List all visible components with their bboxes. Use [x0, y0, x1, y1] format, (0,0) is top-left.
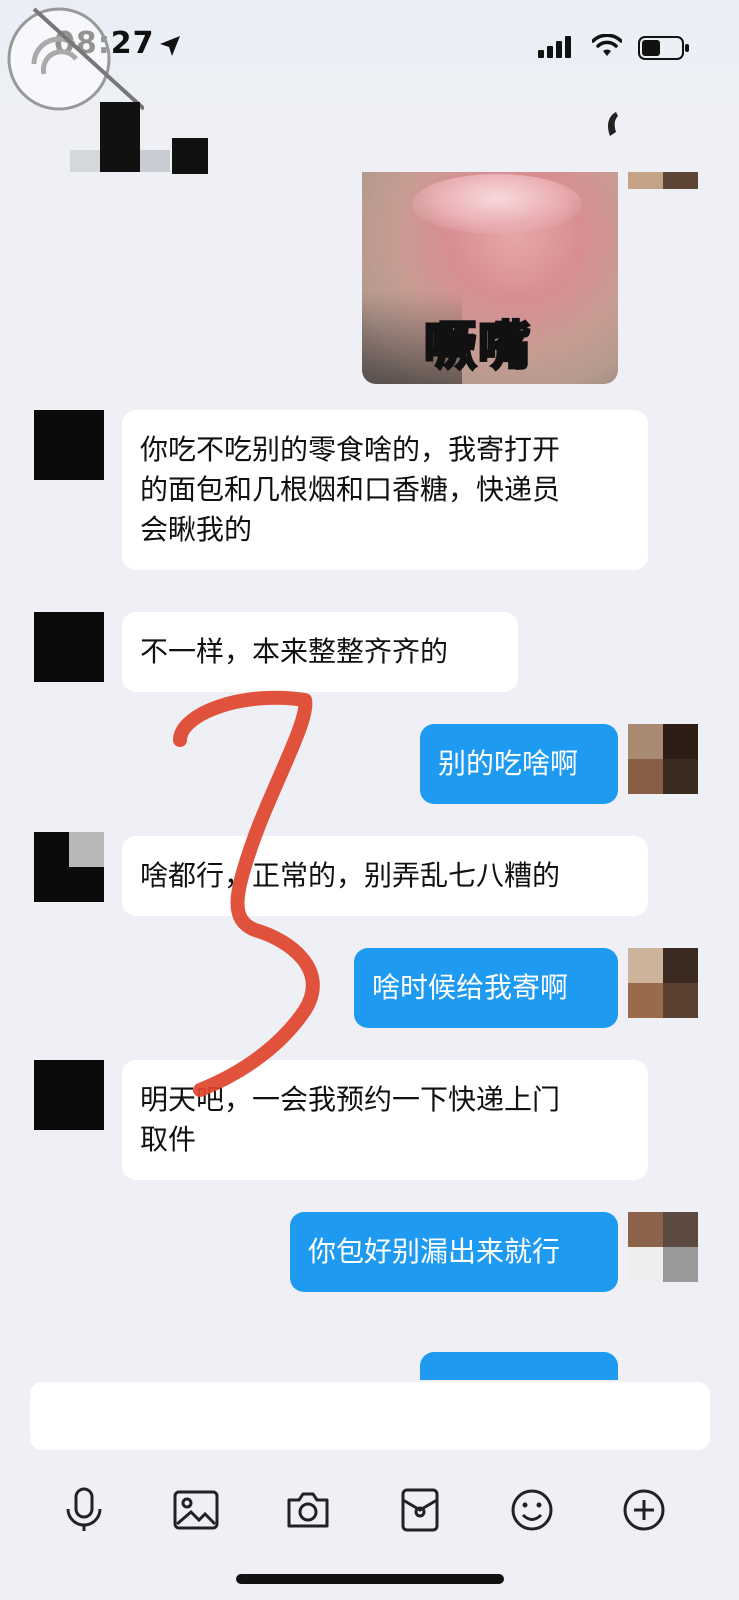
- message-line: 你包好别漏出来就行: [308, 1235, 561, 1268]
- message-line: 的面包和几根烟和口香糖，快递员: [140, 473, 561, 506]
- message-line: 啥时候给我寄啊: [372, 971, 569, 1004]
- composer-area: [0, 1380, 739, 1600]
- message-bubble-sent[interactable]: 别的吃啥啊: [420, 724, 618, 804]
- my-avatar[interactable]: [628, 172, 698, 206]
- header-redaction: [100, 102, 140, 172]
- cellular-signal-icon: [538, 36, 571, 58]
- my-avatar[interactable]: [628, 1212, 698, 1282]
- composer-toolbar: [0, 1480, 739, 1550]
- message-bubble-received[interactable]: 你吃不吃别的零食啥的，我寄打开 的面包和几根烟和口香糖，快递员 会瞅我的: [122, 410, 648, 570]
- watermark-logo: [7, 7, 144, 111]
- message-line: 别的吃啥啊: [438, 747, 579, 780]
- image-icon[interactable]: [166, 1480, 226, 1540]
- sticker-image[interactable]: 噘嘴: [362, 172, 618, 384]
- contact-avatar[interactable]: [34, 832, 104, 902]
- message-line: 啥都行，正常的，别弄乱七八糟的: [140, 859, 561, 892]
- wifi-icon: [592, 34, 622, 56]
- red-packet-icon[interactable]: [390, 1480, 450, 1540]
- camera-icon[interactable]: [278, 1480, 338, 1540]
- header-redaction: [70, 150, 100, 172]
- my-avatar[interactable]: [628, 724, 698, 794]
- contact-avatar[interactable]: [34, 612, 104, 682]
- microphone-icon[interactable]: [54, 1480, 114, 1540]
- header-redaction: [172, 138, 208, 174]
- header-redaction: [140, 150, 170, 172]
- message-bubble-sent[interactable]: 你包好别漏出来就行: [290, 1212, 618, 1292]
- sticker-lip-highlight: [412, 174, 582, 234]
- plus-icon[interactable]: [614, 1480, 674, 1540]
- message-line: 明天吧，一会我预约一下快递上门: [140, 1083, 561, 1116]
- message-bubble-received[interactable]: 啥都行，正常的，别弄乱七八糟的: [122, 836, 648, 916]
- chat-area[interactable]: 噘嘴 你吃不吃别的零食啥的，我寄打开 的面包和几根烟和口香糖，快递员 会瞅我的 …: [0, 172, 739, 1392]
- home-indicator[interactable]: [236, 1574, 504, 1584]
- message-bubble-sent[interactable]: 啥时候给我寄啊: [354, 948, 618, 1028]
- contact-avatar[interactable]: [34, 1060, 104, 1130]
- my-avatar[interactable]: [628, 948, 698, 1018]
- message-line: 取件: [140, 1123, 197, 1156]
- location-arrow-icon: [160, 36, 180, 56]
- message-line: 你吃不吃别的零食啥的，我寄打开: [140, 433, 561, 466]
- message-input[interactable]: [30, 1382, 710, 1450]
- message-line: 不一样，本来整整齐齐的: [140, 635, 449, 668]
- sticker-caption: 噘嘴: [422, 316, 533, 379]
- emoji-icon[interactable]: [502, 1480, 562, 1540]
- contact-avatar[interactable]: [34, 410, 104, 480]
- header-more-icon[interactable]: [604, 110, 626, 140]
- message-bubble-received[interactable]: 明天吧，一会我预约一下快递上门 取件: [122, 1060, 648, 1180]
- battery-icon: [638, 36, 689, 60]
- message-bubble-received[interactable]: 不一样，本来整整齐齐的: [122, 612, 518, 692]
- message-line: 会瞅我的: [140, 513, 253, 546]
